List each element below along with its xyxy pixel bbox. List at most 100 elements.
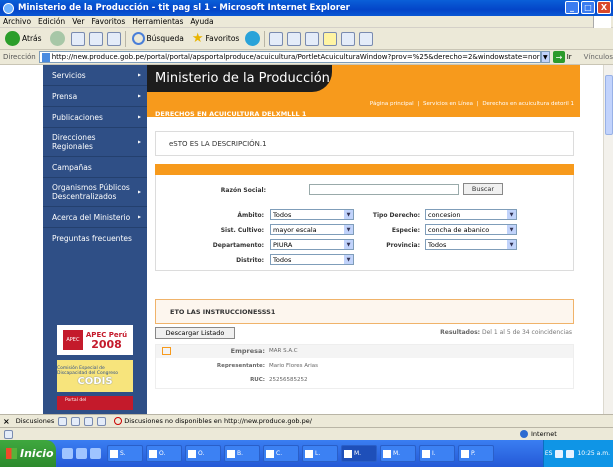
departamento-select[interactable]: PIURA ▼ [270, 239, 354, 250]
discussion-icon[interactable] [84, 416, 94, 426]
close-button[interactable]: X [597, 1, 611, 14]
quick-launch-icon[interactable] [90, 448, 101, 459]
refresh-icon[interactable] [88, 31, 103, 46]
taskbar-button[interactable]: C. [263, 445, 299, 462]
tipo-derecho-select[interactable]: concesion ▼ [425, 209, 517, 220]
quick-launch-icon[interactable] [62, 448, 73, 459]
discussion-icon[interactable] [71, 416, 81, 426]
sidebar-item-prensa[interactable]: Prensa ▸ [43, 86, 147, 107]
representante-label: Representante: [216, 363, 265, 369]
status-bar: Internet [0, 427, 613, 440]
language-indicator[interactable]: ES [545, 450, 553, 457]
link-derechos[interactable]: Derechos en acuicultura detoril 1 [482, 101, 574, 107]
vertical-scrollbar[interactable] [603, 65, 613, 414]
links-label[interactable]: Vínculos [584, 53, 613, 61]
sidebar-item-acerca[interactable]: Acerca del Ministerio ▸ [43, 207, 147, 228]
chevron-down-icon: ▼ [344, 225, 353, 234]
taskbar-button[interactable]: L. [302, 445, 338, 462]
go-button[interactable]: Ir [567, 53, 572, 61]
go-arrow-icon[interactable]: → [553, 51, 565, 63]
mail-icon[interactable] [269, 31, 284, 46]
tray-icon[interactable] [566, 449, 575, 458]
folder-icon[interactable] [323, 31, 338, 46]
menu-favoritos[interactable]: Favoritos [91, 17, 125, 26]
menu-edicion[interactable]: Edición [38, 17, 65, 26]
maximize-button[interactable]: □ [581, 1, 595, 14]
minimize-button[interactable]: _ [565, 1, 579, 14]
start-button[interactable]: Inicio [0, 440, 56, 467]
discussion-icon[interactable] [97, 416, 107, 426]
menu-bar: Archivo Edición Ver Favoritos Herramient… [0, 16, 613, 28]
chevron-right-icon: ▸ [137, 113, 141, 121]
url-dropdown-icon[interactable]: ▼ [540, 51, 551, 63]
distrito-select[interactable]: Todos ▼ [270, 254, 354, 265]
sidebar-item-publicaciones[interactable]: Publicaciones ▸ [43, 107, 147, 128]
stop-icon[interactable] [70, 31, 85, 46]
taskbar-button[interactable]: B. [224, 445, 260, 462]
taskbar-button[interactable]: O. [185, 445, 221, 462]
download-list-button[interactable]: Descargar Listado [155, 327, 235, 339]
home-icon[interactable] [106, 31, 121, 46]
result-item: Empresa: MAR S.A.C Representante: Mario … [155, 344, 574, 389]
codis-banner[interactable]: Comisión Especial de Discapacidad del Co… [57, 360, 133, 392]
menu-herramientas[interactable]: Herramientas [132, 17, 183, 26]
url-input[interactable]: http://new.produce.gob.pe/portal/portal/… [38, 51, 541, 63]
sist-cultivo-select[interactable]: mayor escala ▼ [270, 224, 354, 235]
link-servicios-en-linea[interactable]: Servicios en Línea [423, 101, 473, 107]
sidebar-item-preguntas[interactable]: Preguntas frecuentes [43, 228, 147, 249]
chevron-down-icon: ▼ [344, 240, 353, 249]
research-icon[interactable] [341, 31, 356, 46]
print-icon[interactable] [287, 31, 302, 46]
chevron-right-icon: ▸ [137, 71, 141, 79]
page-icon [41, 52, 50, 62]
sidebar-item-servicios[interactable]: Servicios ▸ [43, 65, 147, 86]
razon-social-input[interactable] [309, 184, 459, 195]
messenger-icon[interactable] [359, 31, 374, 46]
history-icon[interactable] [245, 31, 261, 46]
quick-launch-icon[interactable] [76, 448, 87, 459]
ambito-select[interactable]: Todos ▼ [270, 209, 354, 220]
taskbar-button[interactable]: O. [146, 445, 182, 462]
menu-archivo[interactable]: Archivo [3, 17, 31, 26]
close-discussions-button[interactable]: × [3, 417, 10, 426]
back-label: Atrás [22, 34, 42, 43]
discussions-menu[interactable]: Discusiones [16, 417, 55, 425]
ruc-label: RUC: [250, 377, 265, 383]
discussions-bar: × Discusiones Discusiones no disponibles… [0, 414, 613, 427]
provincia-select[interactable]: Todos ▼ [425, 239, 517, 250]
link-pagina-principal[interactable]: Página principal [370, 101, 414, 107]
forward-button[interactable] [48, 30, 67, 48]
chevron-down-icon: ▼ [344, 255, 353, 264]
sidebar-item-direcciones-regionales[interactable]: Direcciones Regionales ▸ [43, 128, 147, 157]
chevron-right-icon: ▸ [137, 138, 141, 146]
especie-select[interactable]: concha de abanico ▼ [425, 224, 517, 235]
edit-icon[interactable] [305, 31, 320, 46]
taskbar-button[interactable]: I. [419, 445, 455, 462]
instructions-box: ETO LAS INSTRUCCIONESSS1 [155, 299, 574, 324]
clock: 10:25 a.m. [577, 450, 610, 457]
scrollbar-thumb[interactable] [605, 75, 613, 135]
chevron-down-icon: ▼ [507, 240, 516, 249]
taskbar-button[interactable]: M. [380, 445, 416, 462]
favorites-button[interactable]: ★ Favoritos [190, 30, 242, 48]
menu-ayuda[interactable]: Ayuda [190, 17, 213, 26]
sidebar-item-organismos[interactable]: Organismos Públicos Descentralizados ▸ [43, 178, 147, 207]
search-button[interactable]: Buscar [463, 183, 503, 195]
window-title-bar[interactable]: Ministerio de la Producción - tit pag sl… [0, 0, 613, 16]
apec-banner[interactable]: APEC APEC Perú 2008 [57, 325, 133, 355]
toolbar: Atrás Búsqueda ★ Favoritos [0, 28, 613, 50]
web-page: Servicios ▸ Prensa ▸ Publicaciones ▸ Dir… [0, 65, 603, 414]
windows-logo-icon [6, 448, 17, 459]
taskbar-button[interactable]: S. [107, 445, 143, 462]
sidebar-item-campanas[interactable]: Campañas [43, 157, 147, 178]
search-button[interactable]: Búsqueda [130, 30, 186, 48]
favorites-star-icon: ★ [191, 31, 204, 46]
taskbar-button[interactable]: M. [341, 445, 377, 462]
menu-ver[interactable]: Ver [72, 17, 84, 26]
back-button[interactable]: Atrás [3, 30, 44, 48]
tray-icon[interactable] [555, 449, 564, 458]
taskbar-button[interactable]: P. [458, 445, 494, 462]
discussion-icon[interactable] [58, 416, 68, 426]
portal-banner[interactable]: Portal del [57, 396, 133, 410]
form-header-bar [155, 164, 574, 175]
